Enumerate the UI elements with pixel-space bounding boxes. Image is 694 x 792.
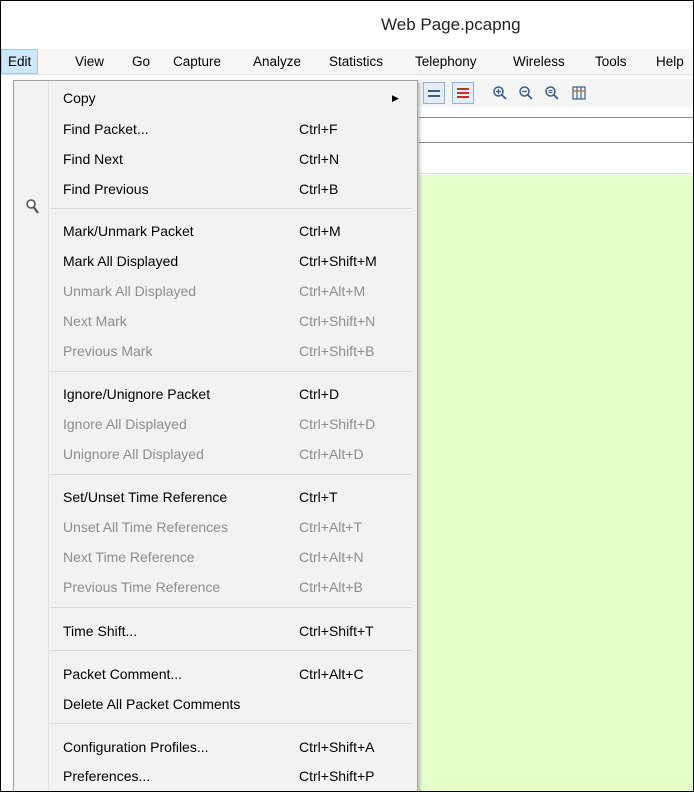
menu-item-label: Copy bbox=[63, 90, 96, 106]
menu-item-label: Unmark All Displayed bbox=[63, 283, 197, 299]
zoom-in-icon[interactable] bbox=[489, 82, 511, 104]
menu-item-unignore-all-displayed: Unignore All Displayed Ctrl+Alt+D bbox=[50, 439, 416, 469]
menu-item-label: Find Previous bbox=[63, 181, 149, 197]
menu-item-unset-all-time-references: Unset All Time References Ctrl+Alt+T bbox=[50, 512, 416, 542]
menu-edit[interactable]: Edit bbox=[1, 49, 39, 74]
normal-size-icon[interactable] bbox=[541, 82, 563, 104]
menu-item-shortcut: Ctrl+Shift+N bbox=[299, 313, 376, 329]
menu-item-shortcut: Ctrl+Shift+A bbox=[299, 739, 375, 755]
menu-item-ignore-all-displayed: Ignore All Displayed Ctrl+Shift+D bbox=[50, 409, 416, 439]
menu-item-shortcut: Ctrl+Alt+B bbox=[299, 579, 363, 595]
menu-capture[interactable]: Capture bbox=[167, 49, 227, 74]
menu-item-label: Next Time Reference bbox=[63, 549, 195, 565]
menu-statistics[interactable]: Statistics bbox=[323, 49, 389, 74]
menu-item-preferences[interactable]: Preferences... Ctrl+Shift+P bbox=[50, 761, 416, 791]
menu-separator bbox=[50, 371, 412, 372]
menu-item-configuration-profiles[interactable]: Configuration Profiles... Ctrl+Shift+A bbox=[50, 732, 416, 762]
menu-item-label: Preferences... bbox=[63, 768, 151, 784]
menu-item-label: Time Shift... bbox=[63, 623, 138, 639]
menu-item-shortcut: Ctrl+M bbox=[299, 223, 341, 239]
edit-menu-dropdown: Copy ▶ Find Packet... Ctrl+F Find Next C… bbox=[13, 80, 418, 791]
menu-item-label: Find Packet... bbox=[63, 121, 149, 137]
menu-item-label: Find Next bbox=[63, 151, 123, 167]
menu-wireless[interactable]: Wireless bbox=[507, 49, 571, 74]
menu-item-shortcut: Ctrl+Alt+N bbox=[299, 549, 364, 565]
menu-item-shortcut: Ctrl+Shift+M bbox=[299, 253, 377, 269]
menu-item-packet-comment[interactable]: Packet Comment... Ctrl+Alt+C bbox=[50, 659, 416, 689]
menu-item-copy[interactable]: Copy ▶ bbox=[50, 83, 416, 113]
menu-item-delete-all-packet-comments[interactable]: Delete All Packet Comments bbox=[50, 689, 416, 719]
title-bar: Web Page.pcapng bbox=[1, 1, 693, 45]
menu-item-label: Configuration Profiles... bbox=[63, 739, 209, 755]
menu-item-shortcut: Ctrl+Shift+P bbox=[299, 768, 375, 784]
menu-item-shortcut: Ctrl+T bbox=[299, 489, 338, 505]
menu-item-label: Next Mark bbox=[63, 313, 127, 329]
menu-item-label: Unset All Time References bbox=[63, 519, 228, 535]
menu-view[interactable]: View bbox=[69, 49, 110, 74]
menu-item-next-time-reference: Next Time Reference Ctrl+Alt+N bbox=[50, 542, 416, 572]
menu-item-mark-unmark-packet[interactable]: Mark/Unmark Packet Ctrl+M bbox=[50, 216, 416, 246]
menu-item-shortcut: Ctrl+Alt+C bbox=[299, 666, 364, 682]
menu-item-label: Set/Unset Time Reference bbox=[63, 489, 228, 505]
display-filter-input[interactable] bbox=[419, 117, 693, 143]
zoom-out-icon[interactable] bbox=[515, 82, 537, 104]
resize-columns-icon[interactable] bbox=[568, 82, 590, 104]
menu-item-previous-mark: Previous Mark Ctrl+Shift+B bbox=[50, 336, 416, 366]
menu-item-label: Unignore All Displayed bbox=[63, 446, 204, 462]
find-packet-icon bbox=[26, 199, 39, 214]
menu-separator bbox=[50, 474, 412, 475]
menu-item-shortcut: Ctrl+Alt+M bbox=[299, 283, 366, 299]
colorize-packet-list-icon[interactable] bbox=[423, 82, 445, 104]
menu-item-shortcut: Ctrl+Shift+T bbox=[299, 623, 374, 639]
menu-separator bbox=[50, 208, 412, 209]
menu-bar: Edit View Go Capture Analyze Statistics … bbox=[1, 49, 693, 75]
menu-item-label: Previous Time Reference bbox=[63, 579, 221, 595]
menu-item-previous-time-reference: Previous Time Reference Ctrl+Alt+B bbox=[50, 572, 416, 602]
menu-item-label: Ignore/Unignore Packet bbox=[63, 386, 211, 402]
menu-item-shortcut: Ctrl+Shift+D bbox=[299, 416, 376, 432]
packet-list-header bbox=[419, 149, 693, 174]
menu-item-unmark-all-displayed: Unmark All Displayed Ctrl+Alt+M bbox=[50, 276, 416, 306]
menu-item-label: Mark/Unmark Packet bbox=[63, 223, 194, 239]
menu-item-find-packet[interactable]: Find Packet... Ctrl+F bbox=[50, 114, 416, 144]
menu-item-shortcut: Ctrl+F bbox=[299, 121, 338, 137]
menu-item-label: Previous Mark bbox=[63, 343, 153, 359]
menu-item-shortcut: Ctrl+Shift+B bbox=[299, 343, 375, 359]
window-title: Web Page.pcapng bbox=[381, 15, 521, 34]
autoscroll-icon[interactable] bbox=[452, 82, 474, 104]
menu-item-shortcut: Ctrl+Alt+D bbox=[299, 446, 364, 462]
menu-item-mark-all-displayed[interactable]: Mark All Displayed Ctrl+Shift+M bbox=[50, 246, 416, 276]
menu-item-ignore-unignore-packet[interactable]: Ignore/Unignore Packet Ctrl+D bbox=[50, 379, 416, 409]
main-toolbar bbox=[419, 79, 693, 107]
menu-item-shortcut: Ctrl+Alt+T bbox=[299, 519, 363, 535]
menu-telephony[interactable]: Telephony bbox=[409, 49, 483, 74]
submenu-arrow-icon: ▶ bbox=[392, 93, 399, 103]
wireshark-window: Web Page.pcapng Edit View Go Capture Ana… bbox=[0, 0, 694, 792]
menu-analyze[interactable]: Analyze bbox=[247, 49, 307, 74]
packet-list-pane[interactable] bbox=[419, 175, 693, 791]
menu-separator bbox=[50, 607, 412, 608]
menu-item-shortcut: Ctrl+N bbox=[299, 151, 340, 167]
menu-item-label: Packet Comment... bbox=[63, 666, 183, 682]
menu-icon-gutter bbox=[14, 81, 49, 791]
menu-go[interactable]: Go bbox=[126, 49, 156, 74]
menu-separator bbox=[50, 650, 412, 651]
menu-item-label: Delete All Packet Comments bbox=[63, 696, 241, 712]
menu-item-find-next[interactable]: Find Next Ctrl+N bbox=[50, 144, 416, 174]
menu-item-time-shift[interactable]: Time Shift... Ctrl+Shift+T bbox=[50, 616, 416, 646]
menu-item-find-previous[interactable]: Find Previous Ctrl+B bbox=[50, 174, 416, 204]
menu-tools[interactable]: Tools bbox=[589, 49, 633, 74]
menu-item-label: Mark All Displayed bbox=[63, 253, 179, 269]
menu-item-set-unset-time-reference[interactable]: Set/Unset Time Reference Ctrl+T bbox=[50, 482, 416, 512]
menu-item-shortcut: Ctrl+B bbox=[299, 181, 339, 197]
menu-separator bbox=[50, 723, 412, 724]
menu-item-shortcut: Ctrl+D bbox=[299, 386, 340, 402]
menu-help[interactable]: Help bbox=[650, 49, 690, 74]
menu-item-label: Ignore All Displayed bbox=[63, 416, 187, 432]
menu-item-next-mark: Next Mark Ctrl+Shift+N bbox=[50, 306, 416, 336]
